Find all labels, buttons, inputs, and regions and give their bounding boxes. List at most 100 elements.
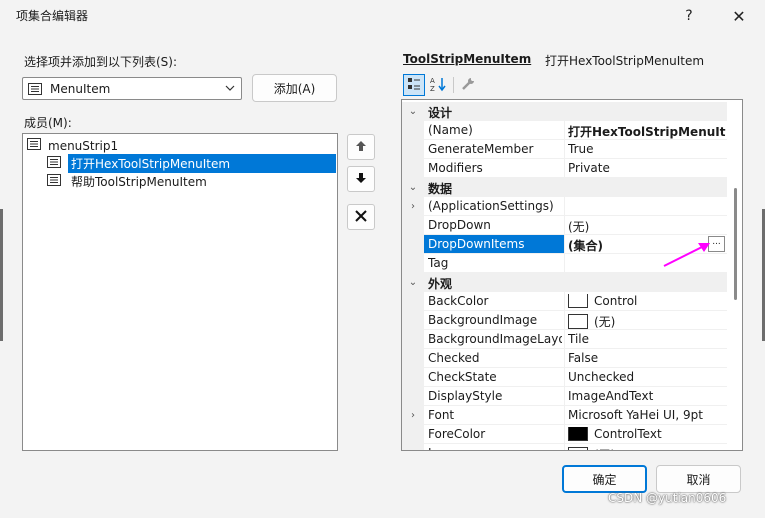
alphabetical-button[interactable]: AZ [427, 74, 449, 96]
property-category[interactable]: ⌄ 设计 [402, 102, 727, 121]
property-value[interactable]: ControlText [568, 427, 726, 441]
property-row[interactable]: BackgroundImageLayo Tile [402, 330, 727, 349]
svg-text:A: A [430, 77, 435, 85]
row-gutter [402, 368, 424, 387]
property-value-text: Private [568, 161, 610, 175]
window-title: 项集合编辑器 [16, 9, 89, 23]
property-value-text: True [568, 142, 594, 156]
property-value[interactable]: Private [568, 161, 726, 175]
column-divider [564, 349, 565, 368]
property-row[interactable]: BackColor Control [402, 292, 727, 311]
row-gutter [402, 292, 424, 311]
property-value[interactable]: Unchecked [568, 370, 726, 384]
property-value[interactable]: (无) [568, 218, 726, 235]
members-tree[interactable]: menuStrip1 打开HexToolStripMenuItem 帮助Tool… [22, 133, 338, 451]
column-divider [564, 216, 565, 235]
property-value[interactable]: 打开HexToolStripMenuItem [568, 123, 726, 140]
close-button[interactable]: ✕ [716, 0, 762, 32]
color-swatch [568, 314, 588, 329]
property-name: (ApplicationSettings) [428, 199, 554, 213]
expand-chevron-icon[interactable]: › [402, 197, 424, 216]
property-row[interactable]: DropDown (无) [402, 216, 727, 235]
property-row[interactable]: DisplayStyle ImageAndText [402, 387, 727, 406]
column-divider [564, 311, 565, 330]
property-row[interactable]: Modifiers Private [402, 159, 727, 178]
move-up-button[interactable] [347, 134, 375, 160]
item-type-select[interactable]: MenuItem [22, 77, 242, 100]
members-label: 成员(M): [24, 116, 72, 130]
property-category[interactable]: ⌄ 数据 [402, 178, 727, 197]
property-value-text: False [568, 351, 599, 365]
color-swatch [568, 294, 588, 308]
property-row[interactable]: CheckState Unchecked [402, 368, 727, 387]
property-value[interactable]: Microsoft YaHei UI, 9pt [568, 408, 726, 422]
category-label: 数据 [428, 182, 453, 196]
property-value-text: Control [594, 294, 638, 308]
property-row[interactable]: ForeColor ControlText [402, 425, 727, 444]
chevron-down-icon[interactable] [225, 81, 235, 98]
title-bar: 项集合编辑器 ? ✕ [0, 0, 765, 32]
property-value[interactable]: Tile [568, 332, 726, 346]
cancel-button[interactable]: 取消 [656, 465, 741, 493]
property-value[interactable]: False [568, 351, 726, 365]
tree-node-help[interactable]: 帮助ToolStripMenuItem [47, 172, 210, 191]
tree-node-label: menuStrip1 [48, 138, 119, 153]
row-gutter [402, 311, 424, 330]
row-gutter [402, 330, 424, 349]
property-pages-button[interactable] [457, 74, 479, 96]
property-name: DropDown [428, 218, 491, 232]
item-type-value: MenuItem [50, 82, 111, 96]
property-value-text: Microsoft YaHei UI, 9pt [568, 408, 703, 422]
help-button[interactable]: ? [666, 0, 712, 32]
tree-node-open-hex[interactable]: 打开HexToolStripMenuItem [47, 154, 336, 173]
property-value-text: (无) [594, 315, 616, 329]
column-divider [564, 444, 565, 450]
property-row[interactable]: (Name) 打开HexToolStripMenuItem [402, 121, 727, 140]
add-button[interactable]: 添加(A) [252, 74, 337, 102]
move-down-button[interactable] [347, 166, 375, 192]
row-gutter [402, 444, 424, 450]
expand-chevron-icon[interactable]: › [402, 406, 424, 425]
column-divider [564, 425, 565, 444]
property-row[interactable]: › (ApplicationSettings) [402, 197, 727, 216]
property-row[interactable]: I (无) [402, 444, 727, 450]
collapse-chevron-icon[interactable]: ⌄ [402, 102, 424, 121]
column-divider [564, 406, 565, 425]
arrow-down-icon [355, 172, 367, 187]
toolbar-separator [453, 77, 454, 93]
column-divider [564, 159, 565, 178]
property-value[interactable]: ImageAndText [568, 389, 726, 403]
property-value[interactable]: Control [568, 294, 726, 308]
property-value-text: (集合) [568, 239, 603, 253]
menu-item-icon [47, 174, 61, 189]
property-grid[interactable]: ⌄设计 (Name) 打开HexToolStripMenuItemGenerateM… [401, 99, 743, 451]
select-item-label: 选择项并添加到以下列表(S): [24, 55, 178, 69]
property-row[interactable]: › Font Microsoft YaHei UI, 9pt [402, 406, 727, 425]
column-divider [564, 197, 565, 216]
property-name: DropDownItems [424, 235, 564, 254]
property-category[interactable]: ⌄ 外观 [402, 273, 727, 292]
ok-button[interactable]: 确定 [562, 465, 647, 493]
property-value[interactable]: (无) [568, 446, 726, 450]
column-divider [564, 368, 565, 387]
property-value[interactable]: (无) [568, 313, 726, 330]
column-divider [564, 330, 565, 349]
property-row[interactable]: GenerateMember True [402, 140, 727, 159]
menu-strip-icon [27, 138, 41, 153]
row-gutter [402, 425, 424, 444]
tree-node-root[interactable]: menuStrip1 [27, 136, 118, 155]
collapse-chevron-icon[interactable]: ⌄ [402, 178, 424, 197]
property-value-text: ControlText [594, 427, 662, 441]
collapse-chevron-icon[interactable]: ⌄ [402, 273, 424, 292]
property-row[interactable]: BackgroundImage (无) [402, 311, 727, 330]
tree-node-label: 打开HexToolStripMenuItem [68, 154, 336, 173]
property-value[interactable]: True [568, 142, 726, 156]
categorized-button[interactable] [403, 74, 425, 96]
property-value-text: ImageAndText [568, 389, 654, 403]
property-name: (Name) [428, 123, 473, 137]
vertical-scrollbar[interactable] [734, 188, 737, 300]
row-gutter [402, 349, 424, 368]
property-row[interactable]: Checked False [402, 349, 727, 368]
menu-item-icon [28, 83, 42, 98]
delete-button[interactable] [347, 204, 375, 230]
